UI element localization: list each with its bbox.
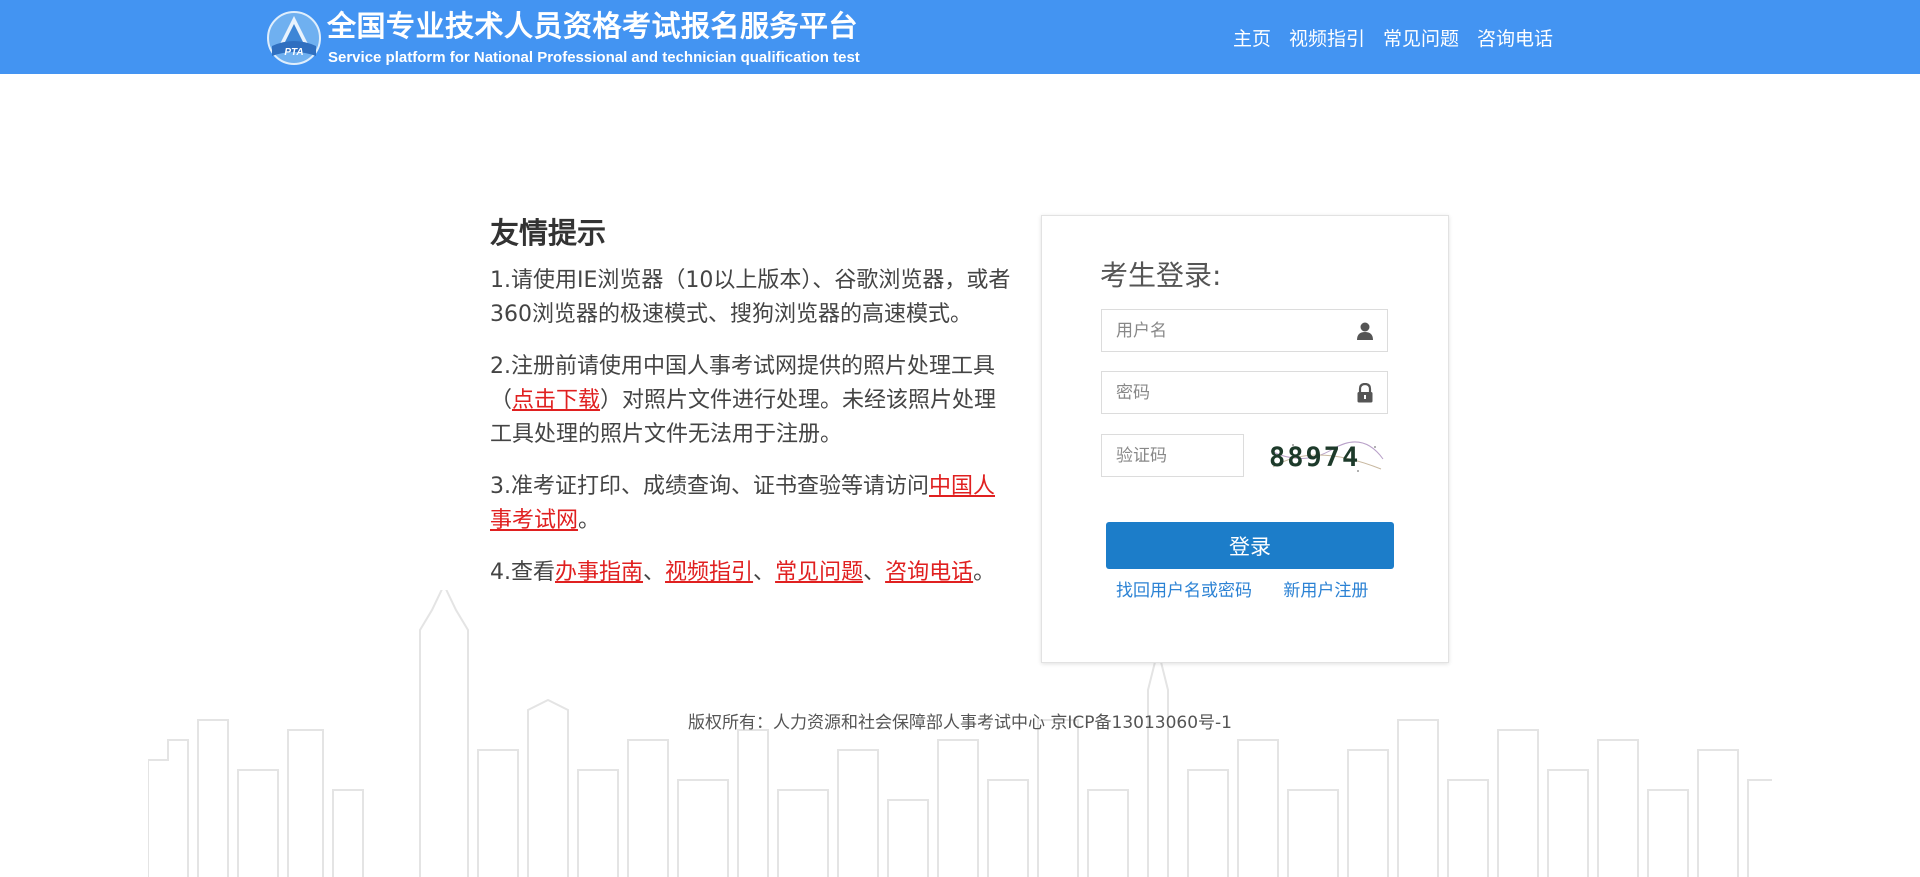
captcha-field (1101, 434, 1244, 477)
copyright-footer: 版权所有：人力资源和社会保障部人事考试中心 京ICP备13013060号-1 (687, 713, 1232, 733)
site-title: 全国专业技术人员资格考试报名服务平台 (327, 9, 859, 43)
tip-3-text-start: 3.准考证打印、成绩查询、证书查验等请访问 (490, 474, 929, 499)
tip-4-text-end: 。 (973, 560, 996, 585)
tip-3: 3.准考证打印、成绩查询、证书查验等请访问中国人事考试网。 (490, 470, 1015, 538)
captcha-input[interactable] (1102, 435, 1240, 476)
username-input[interactable] (1102, 310, 1360, 351)
account-links: 找回用户名或密码 新用户注册 (1116, 576, 1394, 601)
captcha-image[interactable]: 88974 (1263, 437, 1389, 477)
user-icon (1357, 322, 1373, 340)
password-field (1101, 371, 1388, 414)
nav-hotline[interactable]: 咨询电话 (1477, 24, 1553, 51)
tip-1: 1.请使用IE浏览器（10以上版本）、谷歌浏览器，或者360浏览器的极速模式、搜… (490, 268, 1011, 327)
tip-2: 2.注册前请使用中国人事考试网提供的照片处理工具（点击下载）对照片文件进行处理。… (490, 350, 1015, 452)
video-guide-link[interactable]: 视频指引 (665, 560, 753, 585)
login-button[interactable]: 登录 (1106, 522, 1394, 569)
login-title: 考生登录: (1100, 259, 1222, 292)
tip-3-text-end: 。 (578, 508, 601, 533)
nav-faq[interactable]: 常见问题 (1383, 24, 1459, 51)
register-link[interactable]: 新用户注册 (1283, 581, 1368, 601)
faq-link[interactable]: 常见问题 (775, 560, 863, 585)
separator: 、 (643, 560, 666, 585)
top-nav: 主页 视频指引 常见问题 咨询电话 (1233, 24, 1553, 51)
pta-logo: PTA (267, 11, 321, 65)
captcha-text: 88974 (1269, 442, 1360, 473)
top-header-bar: PTA 全国专业技术人员资格考试报名服务平台 Service platform … (0, 0, 1920, 74)
login-card: 考生登录: 88974 登录 找回用户名或密码 新用户注册 (1041, 215, 1449, 663)
recover-account-link[interactable]: 找回用户名或密码 (1116, 581, 1252, 601)
nav-video-guide[interactable]: 视频指引 (1289, 24, 1365, 51)
tip-4-text-start: 4.查看 (490, 560, 555, 585)
guide-link[interactable]: 办事指南 (555, 560, 643, 585)
separator: 、 (863, 560, 886, 585)
logo-text: PTA (284, 47, 303, 58)
city-skyline-illustration (148, 590, 1772, 877)
tips-heading: 友情提示 (490, 216, 607, 250)
friendly-tips: 友情提示 1.请使用IE浏览器（10以上版本）、谷歌浏览器，或者360浏览器的极… (490, 210, 1015, 608)
password-input[interactable] (1102, 372, 1360, 413)
site-subtitle: Service platform for National Profession… (328, 49, 860, 66)
tip-4: 4.查看办事指南、视频指引、常见问题、咨询电话。 (490, 556, 1015, 590)
separator: 、 (753, 560, 776, 585)
hotline-link[interactable]: 咨询电话 (885, 560, 973, 585)
lock-icon (1357, 383, 1373, 403)
nav-home[interactable]: 主页 (1233, 24, 1271, 51)
username-field (1101, 309, 1388, 352)
photo-tool-download-link[interactable]: 点击下载 (512, 388, 600, 413)
